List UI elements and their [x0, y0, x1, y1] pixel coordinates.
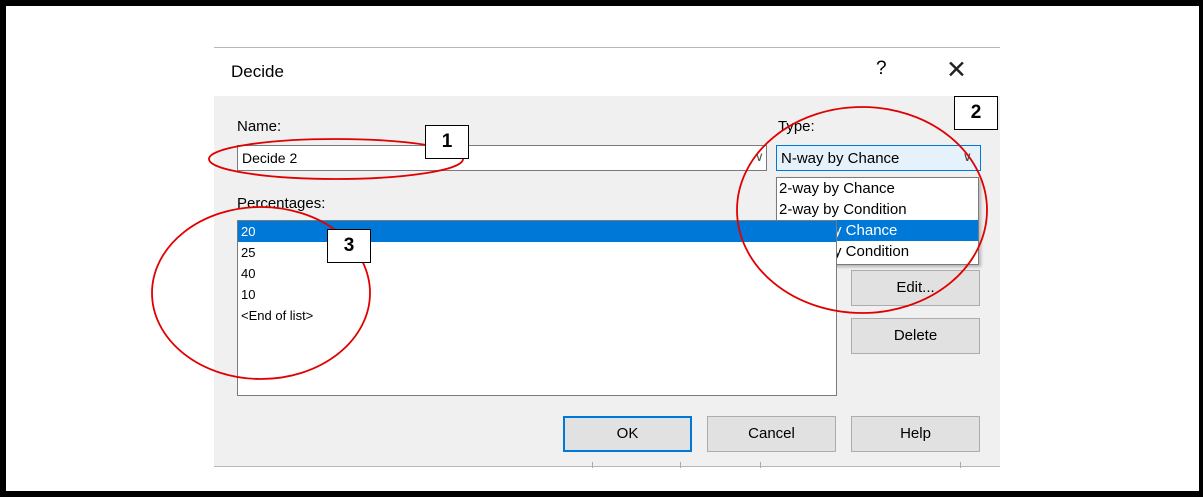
annotation-overlay — [151, 106, 988, 380]
callout-1: 1 — [425, 125, 469, 159]
callout-3: 3 — [327, 229, 371, 263]
callout-2: 2 — [954, 96, 998, 130]
annotation-circle-2 — [736, 106, 988, 314]
